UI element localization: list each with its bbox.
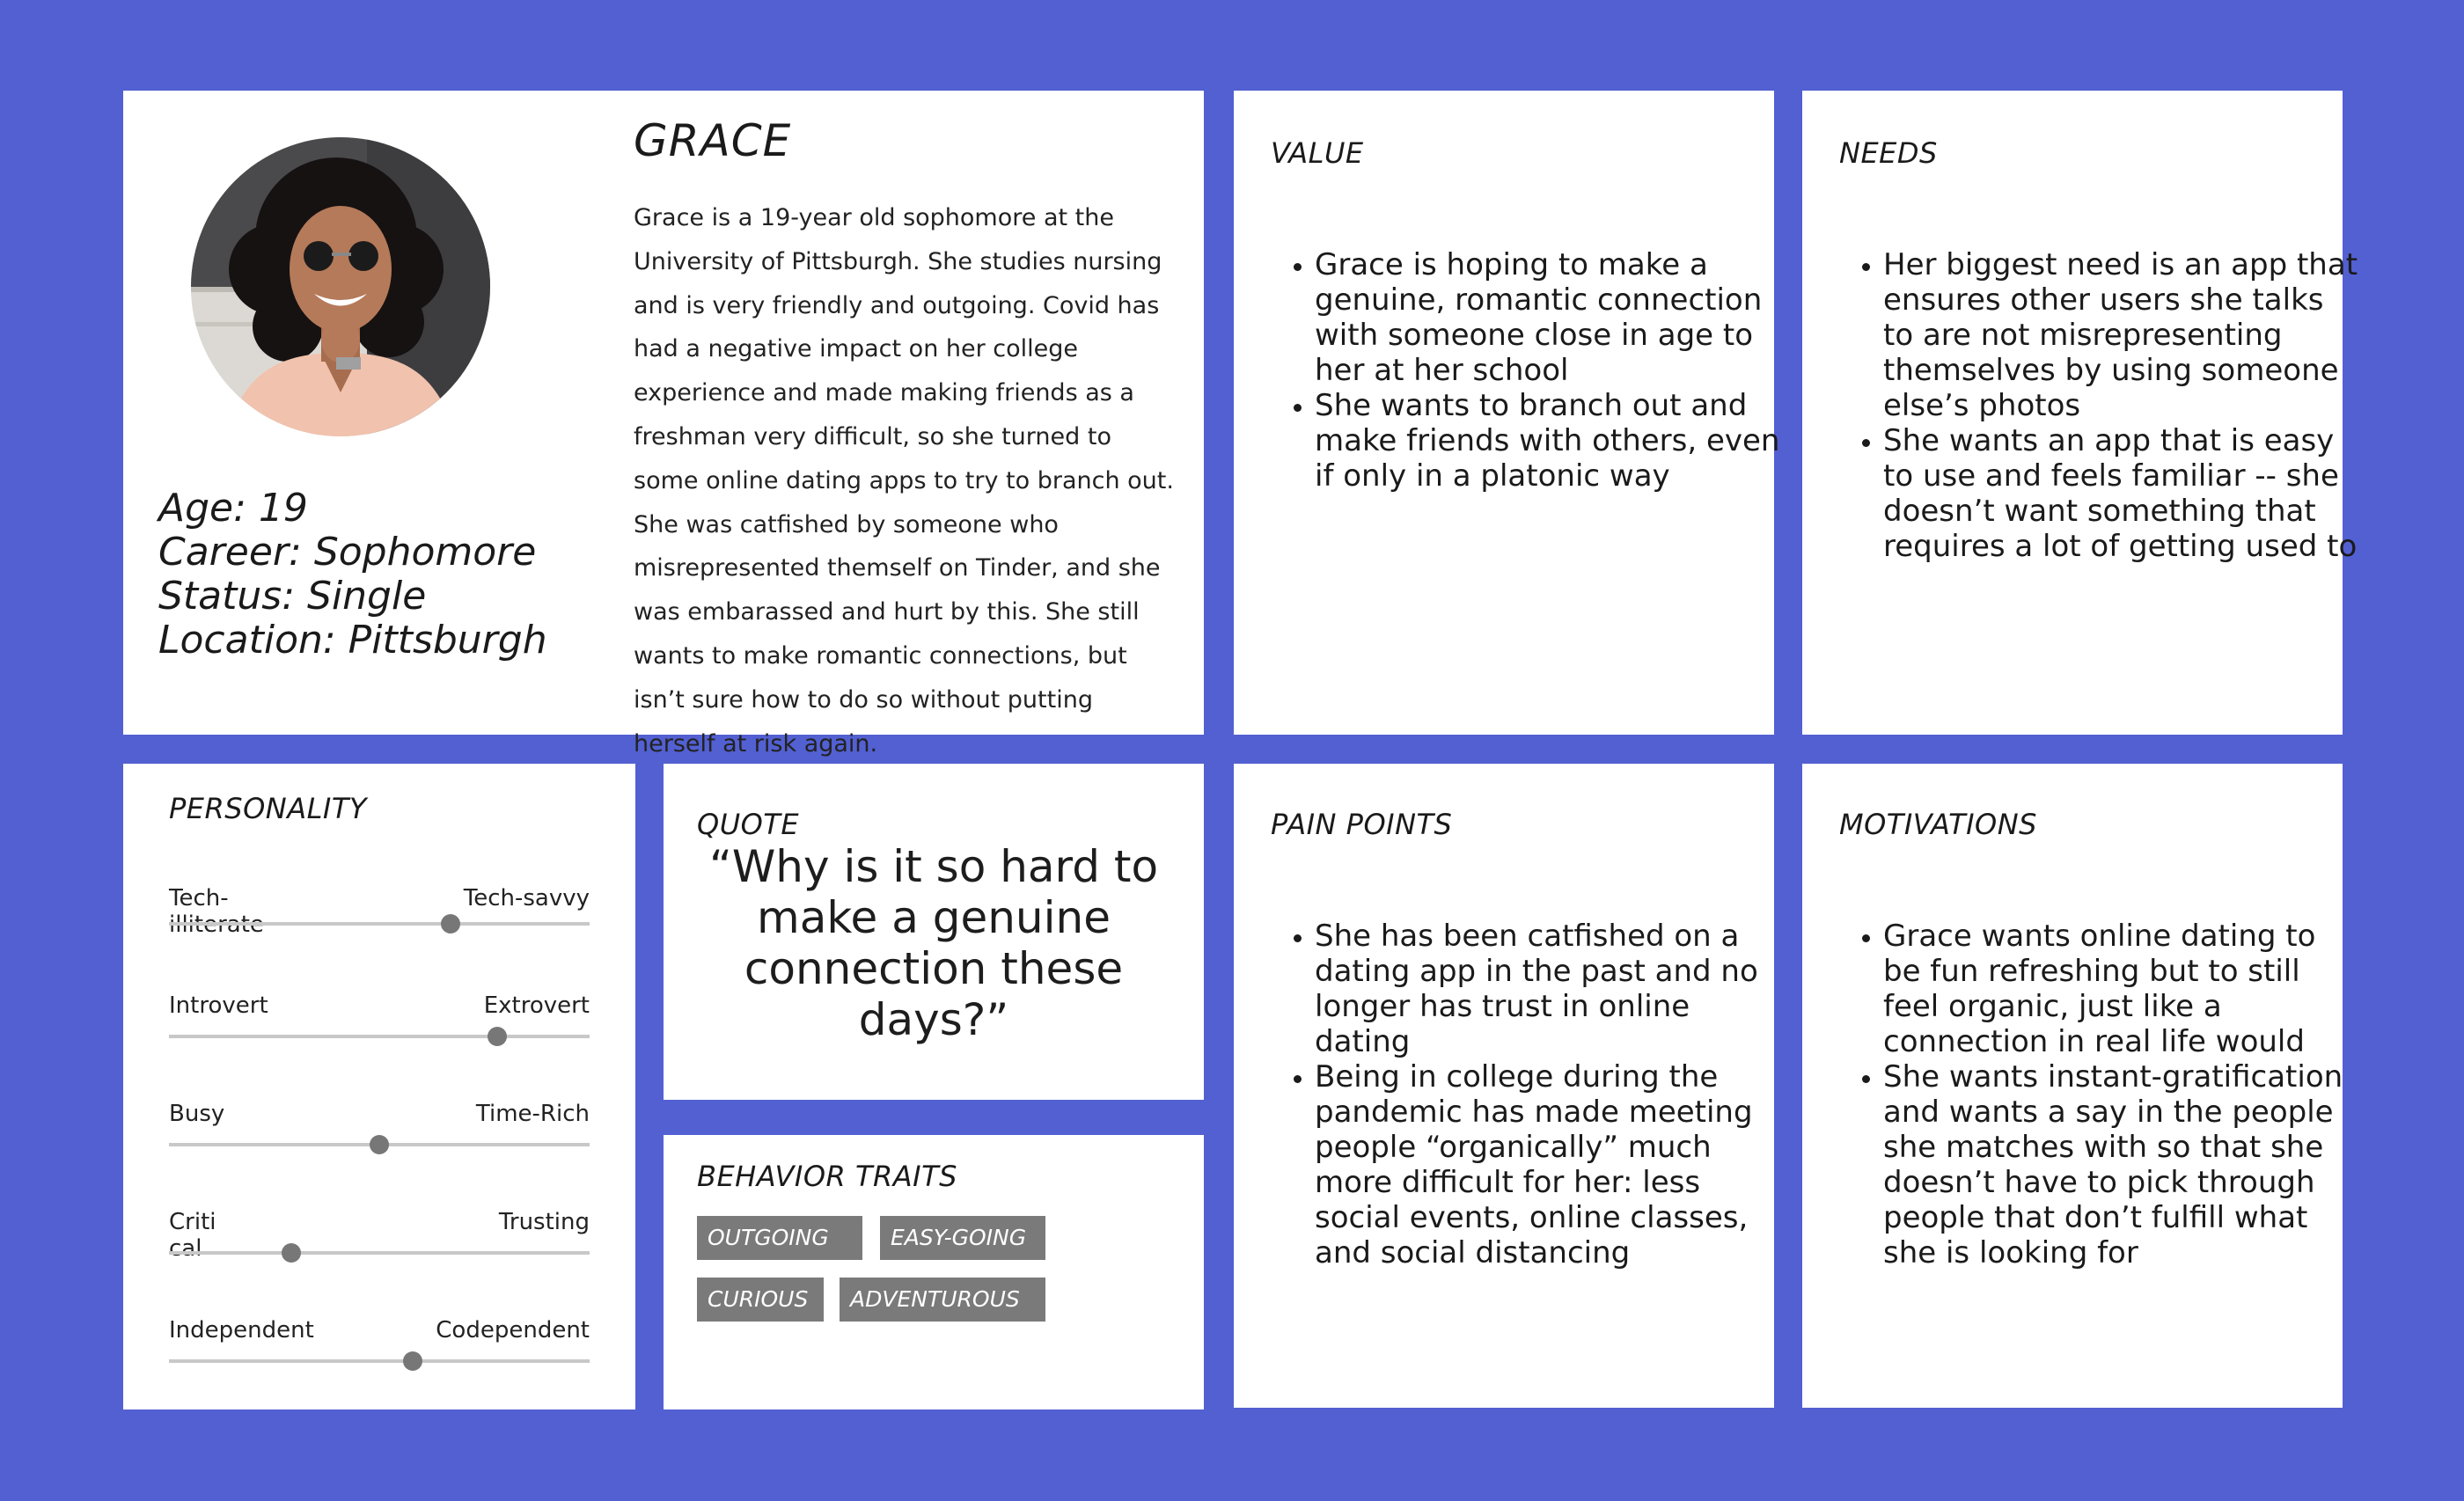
list-item: Grace is hoping to make a genuine, roman… [1315,247,1790,388]
personality-card: PERSONALITY Tech- illiterate Tech-savvy In… [123,764,635,1409]
trait-tag-adventurous: ADVENTUROUS [840,1278,1045,1322]
profile-photo [191,137,490,436]
personality-slider: Criti cal Trusting [169,1209,590,1270]
value-card: VALUE Grace is hoping to make a genuine,… [1234,91,1779,735]
personality-slider: Independent Codependent [169,1317,590,1379]
slider-left-label: Tech- illiterate [169,885,264,938]
personality-title: PERSONALITY [169,792,367,825]
slider-left-label: Independent [169,1317,314,1344]
persona-name: GRACE [634,115,792,166]
personality-slider: Introvert Extrovert [169,992,590,1054]
motivations-card: MOTIVATIONS Grace wants online dating to… [1802,764,2343,1408]
slider-knob [403,1351,423,1371]
slider-knob [370,1135,389,1154]
quote-card: QUOTE “Why is it so hard to make a genui… [664,764,1204,1100]
slider-knob [441,914,461,934]
pain-points-list: She has been catfished on a dating app i… [1271,919,1790,1270]
slider-knob [487,1027,507,1046]
list-item: She has been catfished on a dating app i… [1315,919,1790,1059]
slider-left-label: Introvert [169,992,268,1019]
slider-right-label: Extrovert [483,992,590,1019]
slider-knob [281,1243,301,1263]
trait-tag-curious: CURIOUS [697,1278,824,1322]
trait-tag-easy-going: EASY-GOING [880,1216,1045,1260]
quote-title: QUOTE [697,808,800,841]
pain-points-card: PAIN POINTS She has been catfished on a … [1234,764,1774,1408]
value-title: VALUE [1271,136,1364,170]
trait-tag-outgoing: OUTGOING [697,1216,862,1260]
slider-track [169,1359,590,1363]
motivations-title: MOTIVATIONS [1839,808,2037,841]
profile-stats: Age: 19 Career: Sophomore Status: Single… [158,487,547,663]
motivations-list: Grace wants online dating to be fun refr… [1839,919,2358,1270]
needs-title: NEEDS [1839,136,1938,170]
status-label: Status: Single [158,574,427,619]
personality-slider: Tech- illiterate Tech-savvy [169,885,590,947]
list-item: She wants an app that is easy to use and… [1883,423,2358,564]
career-label: Career: Sophomore [158,530,537,575]
personality-slider: Busy Time-Rich [169,1101,590,1162]
list-item: She wants to branch out and make friends… [1315,388,1790,494]
list-item: She wants instant-gratification and want… [1883,1059,2358,1270]
slider-right-label: Trusting [498,1209,590,1235]
slider-right-label: Time-Rich [475,1101,590,1127]
value-list: Grace is hoping to make a genuine, roman… [1271,247,1790,494]
behavior-traits-title: BEHAVIOR TRAITS [697,1160,957,1193]
persona-bio: Grace is a 19-year old sophomore at the … [634,204,1174,758]
needs-list: Her biggest need is an app that ensures … [1839,247,2358,564]
pain-points-title: PAIN POINTS [1271,808,1453,841]
quote-text: “Why is it so hard to make a genuine con… [708,841,1159,1045]
slider-right-label: Tech-savvy [463,885,590,912]
profile-card: Age: 19 Career: Sophomore Status: Single… [123,91,1204,758]
slider-track [169,1251,590,1255]
slider-track [169,1035,590,1038]
slider-right-label: Codependent [436,1317,590,1344]
slider-left-label: Busy [169,1101,225,1127]
behavior-traits-card: BEHAVIOR TRAITS OUTGOING EASY-GOING CURI… [664,1135,1204,1409]
profile-photo-image [191,137,490,436]
list-item: Being in college during the pandemic has… [1315,1059,1790,1270]
slider-track [169,922,590,926]
needs-card: NEEDS Her biggest need is an app that en… [1802,91,2358,735]
list-item: Her biggest need is an app that ensures … [1883,247,2358,423]
age-label: Age: 19 [158,486,308,531]
location-label: Location: Pittsburgh [158,618,547,663]
list-item: Grace wants online dating to be fun refr… [1883,919,2358,1059]
